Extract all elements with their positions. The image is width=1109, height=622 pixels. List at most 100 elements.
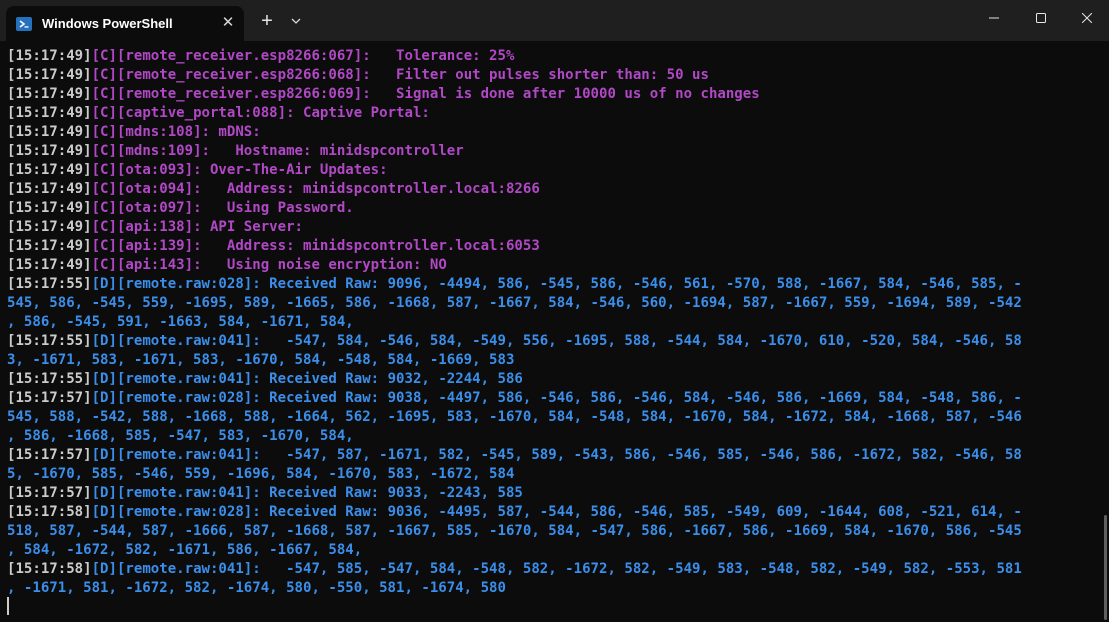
new-tab-button[interactable]: + — [255, 11, 279, 31]
terminal-line: [15:17:49][C][ota:094]: Address: minidsp… — [7, 180, 540, 199]
terminal-line: , -1671, 581, -1672, 582, -1674, 580, -5… — [7, 579, 506, 598]
log-level-tag: [C] — [91, 257, 117, 273]
minimize-icon[interactable] — [971, 0, 1017, 36]
terminal-line: 545, 588, -542, 588, -1668, 588, -1664, … — [7, 408, 1022, 427]
log-level-tag: [D] — [91, 333, 117, 349]
log-message: [remote.raw:041]: -547, 584, -546, 584, … — [116, 333, 1022, 349]
terminal-line: [15:17:49][C][remote_receiver.esp8266:06… — [7, 47, 514, 66]
log-message: [remote_receiver.esp8266:067]: Tolerance… — [116, 48, 515, 64]
log-level-tag: [C] — [91, 124, 117, 140]
terminal-line: 5, -1670, 585, -546, 559, -1696, 584, -1… — [7, 465, 514, 484]
log-message: [remote.raw:041]: Received Raw: 9033, -2… — [116, 485, 523, 501]
log-message: 545, 586, -545, 559, -1695, 589, -1665, … — [7, 295, 1022, 311]
log-timestamp: [15:17:49] — [7, 124, 92, 140]
terminal-line: [15:17:49][C][mdns:108]: mDNS: — [7, 123, 261, 142]
log-timestamp: [15:17:58] — [7, 561, 92, 577]
log-level-tag: [C] — [91, 181, 117, 197]
log-timestamp: [15:17:57] — [7, 447, 92, 463]
title-bar: Windows PowerShell ✕ + — [0, 0, 1109, 41]
log-message: , 586, -1668, 585, -547, 583, -1670, 584… — [7, 428, 354, 444]
maximize-icon[interactable] — [1018, 0, 1064, 36]
log-message: [api:138]: API Server: — [116, 219, 304, 235]
log-message: [mdns:108]: mDNS: — [116, 124, 261, 140]
log-level-tag: [C] — [91, 86, 117, 102]
close-icon[interactable] — [1064, 0, 1109, 36]
terminal-output[interactable]: [15:17:49][C][remote_receiver.esp8266:06… — [0, 41, 1109, 622]
log-message: [ota:094]: Address: minidspcontroller.lo… — [116, 181, 540, 197]
log-timestamp: [15:17:55] — [7, 276, 92, 292]
terminal-line: [15:17:49][C][api:138]: API Server: — [7, 218, 303, 237]
log-level-tag: [D] — [91, 276, 117, 292]
terminal-line: 518, 587, -544, 587, -1666, 587, -1668, … — [7, 522, 1022, 541]
text-cursor — [7, 597, 9, 615]
log-message: [remote_receiver.esp8266:068]: Filter ou… — [116, 67, 709, 83]
log-level-tag: [C] — [91, 200, 117, 216]
tab-title: Windows PowerShell — [42, 16, 173, 31]
log-timestamp: [15:17:49] — [7, 86, 92, 102]
log-message: [remote.raw:041]: -547, 585, -547, 584, … — [116, 561, 1022, 577]
log-level-tag: [C] — [91, 105, 117, 121]
log-message: , 586, -545, 591, -1663, 584, -1671, 584… — [7, 314, 354, 330]
log-level-tag: [D] — [91, 504, 117, 520]
terminal-line: [15:17:49][C][captive_portal:088]: Capti… — [7, 104, 430, 123]
log-message: 5, -1670, 585, -546, 559, -1696, 584, -1… — [7, 466, 515, 482]
log-message: [remote.raw:028]: Received Raw: 9038, -4… — [116, 390, 1022, 406]
terminal-line: [15:17:55][D][remote.raw:041]: -547, 584… — [7, 332, 1022, 351]
terminal-line: [15:17:57][D][remote.raw:041]: -547, 587… — [7, 446, 1022, 465]
log-message: [remote.raw:041]: Received Raw: 9032, -2… — [116, 371, 523, 387]
log-message: [api:143]: Using noise encryption: NO — [116, 257, 447, 273]
terminal-line: 545, 586, -545, 559, -1695, 589, -1665, … — [7, 294, 1022, 313]
log-level-tag: [D] — [91, 447, 117, 463]
log-level-tag: [D] — [91, 561, 117, 577]
log-message: 3, -1671, 583, -1671, 583, -1670, 584, -… — [7, 352, 515, 368]
log-timestamp: [15:17:49] — [7, 238, 92, 254]
log-timestamp: [15:17:57] — [7, 485, 92, 501]
log-level-tag: [C] — [91, 67, 117, 83]
log-timestamp: [15:17:58] — [7, 504, 92, 520]
terminal-line: [15:17:49][C][remote_receiver.esp8266:06… — [7, 66, 709, 85]
log-timestamp: [15:17:49] — [7, 67, 92, 83]
tab-windows-powershell[interactable]: Windows PowerShell ✕ — [6, 6, 244, 41]
log-timestamp: [15:17:49] — [7, 181, 92, 197]
log-timestamp: [15:17:49] — [7, 200, 92, 216]
log-timestamp: [15:17:49] — [7, 143, 92, 159]
log-message: , 584, -1672, 582, -1671, 586, -1667, 58… — [7, 542, 363, 558]
log-timestamp: [15:17:55] — [7, 371, 92, 387]
terminal-line: [15:17:57][D][remote.raw:041]: Received … — [7, 484, 523, 503]
log-timestamp: [15:17:55] — [7, 333, 92, 349]
terminal-line: [15:17:49][C][ota:093]: Over-The-Air Upd… — [7, 161, 388, 180]
terminal-line: [15:17:49][C][api:143]: Using noise encr… — [7, 256, 447, 275]
chevron-down-icon[interactable] — [284, 13, 308, 29]
terminal-line: [15:17:49][C][api:139]: Address: minidsp… — [7, 237, 540, 256]
terminal-line: [15:17:57][D][remote.raw:028]: Received … — [7, 389, 1022, 408]
powershell-icon — [16, 16, 32, 32]
log-timestamp: [15:17:57] — [7, 390, 92, 406]
log-level-tag: [C] — [91, 143, 117, 159]
log-level-tag: [D] — [91, 485, 117, 501]
log-message: [api:139]: Address: minidspcontroller.lo… — [116, 238, 540, 254]
scrollbar[interactable] — [1104, 515, 1107, 620]
log-message: [ota:093]: Over-The-Air Updates: — [116, 162, 388, 178]
log-message: [captive_portal:088]: Captive Portal: — [116, 105, 430, 121]
log-message: [remote.raw:041]: -547, 587, -1671, 582,… — [116, 447, 1022, 463]
log-level-tag: [C] — [91, 162, 117, 178]
log-timestamp: [15:17:49] — [7, 257, 92, 273]
log-level-tag: [D] — [91, 390, 117, 406]
log-message: [remote.raw:028]: Received Raw: 9096, -4… — [116, 276, 1022, 292]
log-timestamp: [15:17:49] — [7, 219, 92, 235]
log-message: [remote.raw:028]: Received Raw: 9036, -4… — [116, 504, 1022, 520]
log-level-tag: [C] — [91, 219, 117, 235]
log-level-tag: [C] — [91, 238, 117, 254]
terminal-line: [15:17:49][C][mdns:109]: Hostname: minid… — [7, 142, 464, 161]
log-message: [remote_receiver.esp8266:069]: Signal is… — [116, 86, 760, 102]
tab-close-icon[interactable]: ✕ — [220, 15, 236, 31]
terminal-line: [15:17:55][D][remote.raw:028]: Received … — [7, 275, 1022, 294]
terminal-line: [15:17:58][D][remote.raw:041]: -547, 585… — [7, 560, 1022, 579]
log-timestamp: [15:17:49] — [7, 48, 92, 64]
terminal-line: [15:17:58][D][remote.raw:028]: Received … — [7, 503, 1022, 522]
terminal-line: , 586, -545, 591, -1663, 584, -1671, 584… — [7, 313, 354, 332]
log-message: , -1671, 581, -1672, 582, -1674, 580, -5… — [7, 580, 506, 596]
terminal-line: , 584, -1672, 582, -1671, 586, -1667, 58… — [7, 541, 362, 560]
log-message: [ota:097]: Using Password. — [116, 200, 354, 216]
log-message: 545, 588, -542, 588, -1668, 588, -1664, … — [7, 409, 1022, 425]
